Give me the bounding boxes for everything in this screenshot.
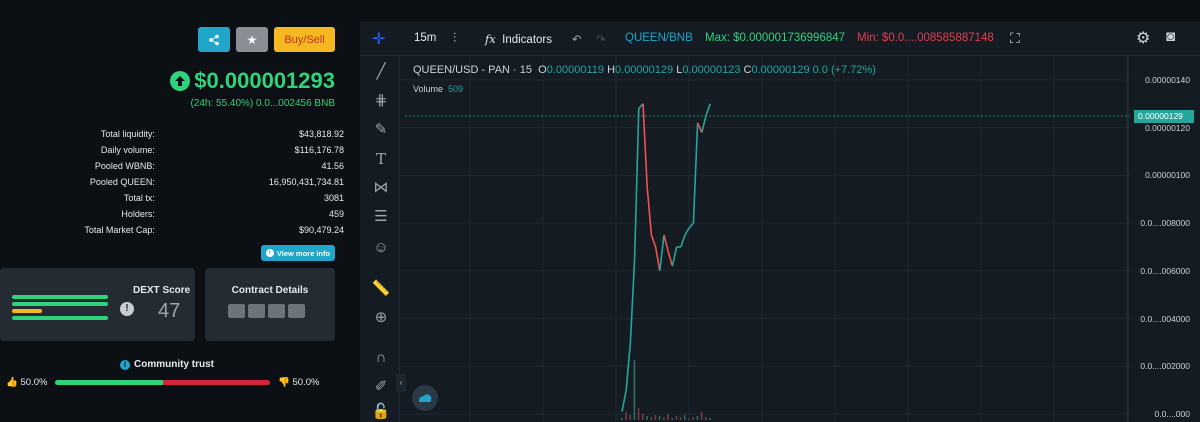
price-candle	[654, 246, 661, 271]
price-candle	[650, 234, 657, 248]
stat-total-tx: Total tx: 3081	[123, 193, 344, 203]
stat-market-cap: Total Market Cap: $90,479.24	[84, 225, 344, 235]
price-candle	[621, 389, 627, 412]
price-candle	[629, 258, 636, 343]
money-bill-icon	[288, 304, 305, 318]
volume-bar	[658, 416, 661, 420]
stat-total-liquidity: Total liquidity: $43,818.92	[100, 129, 344, 139]
lock-icon	[248, 304, 265, 318]
price-candle	[688, 222, 695, 229]
dext-score-value: 47	[158, 300, 181, 322]
arrow-up-circle-icon	[170, 71, 191, 91]
price-tick-label: 0.0....004000	[1140, 313, 1190, 324]
volume-bar	[705, 417, 707, 420]
thumbs-up-icon: 👍	[6, 377, 18, 388]
price-candle	[680, 234, 686, 248]
current-price-tag: 0.00000129	[1134, 110, 1194, 123]
token-stats: Total liquidity: $43,818.92 Daily volume:…	[0, 126, 345, 238]
price-change-24h: (24h: 55.40%) 0.0...002456 BNB	[190, 98, 335, 109]
volume-bar	[692, 417, 694, 420]
price-candle	[692, 122, 699, 224]
dext-bar-1	[12, 295, 108, 299]
volume-bar	[684, 415, 686, 420]
price-tick-label: 0.0....006000	[1140, 265, 1190, 276]
volume-bar	[675, 416, 678, 420]
volume-bar	[642, 414, 644, 420]
token-price: $0.000001293	[170, 68, 335, 94]
price-tick-label: 0.00000140	[1145, 74, 1190, 85]
dext-score-card[interactable]: DEXT Score ! 47	[0, 268, 195, 341]
volume-bar	[679, 417, 682, 420]
price-chart[interactable]: ✛ 15m ⫶ fx Indicators ↶ ↷ QUEEN/BNB Max:…	[360, 22, 1200, 422]
price-candle	[667, 251, 674, 267]
price-candle	[633, 108, 640, 259]
share-icon	[209, 34, 219, 45]
volume-bar	[625, 412, 627, 420]
star-icon: ★	[246, 32, 258, 47]
price-tick-label: 0.00000100	[1145, 170, 1190, 181]
contract-details-title: Contract Details	[231, 285, 309, 296]
token-info-panel: ★ Buy/Sell $0.000001293 (24h: 55.40%) 0.…	[0, 0, 345, 422]
info-icon: i	[265, 249, 274, 257]
alert-icon: !	[120, 302, 134, 316]
price-candle	[701, 115, 707, 133]
price-value: $0.000001293	[194, 68, 335, 93]
volume-bar	[629, 415, 631, 420]
price-candle	[663, 234, 669, 252]
volume-bar	[654, 415, 657, 420]
price-candle	[705, 103, 711, 116]
plus-square-icon	[228, 304, 245, 318]
dext-bar-3	[12, 309, 42, 313]
price-candle	[646, 187, 653, 236]
volume-bar	[696, 416, 699, 420]
share-button[interactable]	[198, 27, 230, 52]
volume-bar	[663, 417, 665, 420]
stat-pooled-wbnb: Pooled WBNB: 41.56	[94, 161, 344, 171]
volume-bar	[637, 408, 640, 420]
volume-bar	[671, 418, 673, 420]
view-more-info-button[interactable]: i View more info	[261, 245, 335, 261]
contract-icons	[228, 304, 305, 318]
price-candle	[659, 234, 665, 271]
stat-pooled-queen: Pooled QUEEN: 16,950,431,734.81	[89, 177, 344, 187]
volume-bar	[633, 360, 636, 420]
volume-bar	[650, 417, 652, 420]
ohlc-legend: QUEEN/USD - PAN · 15 O0.00000119 H0.0000…	[413, 64, 876, 76]
thumbs-down-button[interactable]: 👎 50.0%	[278, 377, 319, 388]
price-candle	[671, 246, 678, 267]
contract-details-card[interactable]: Contract Details	[205, 268, 335, 341]
dext-bar-4	[12, 316, 108, 320]
price-tick-label: 0.0....000	[1154, 409, 1190, 419]
price-tick-label: 0.00000120	[1145, 122, 1190, 133]
buy-sell-button[interactable]: Buy/Sell	[274, 27, 335, 52]
price-tick-label: 0.0....008000	[1140, 218, 1190, 229]
volume-bar	[688, 418, 690, 420]
volume-legend: Volume 509	[413, 84, 464, 94]
volume-bar	[700, 412, 703, 420]
volume-bar	[667, 414, 669, 420]
favorite-button[interactable]: ★	[236, 27, 268, 52]
stat-holders: Holders: 459	[121, 209, 344, 219]
volume-bar	[709, 418, 711, 420]
dext-score-title: DEXT Score	[133, 285, 191, 296]
stat-daily-volume: Daily volume: $116,176.78	[100, 145, 344, 155]
candle-chart-area[interactable]	[360, 22, 1200, 422]
thumbs-up-button[interactable]: 👍 50.0%	[6, 377, 47, 388]
price-tick-label: 0.0....002000	[1140, 361, 1190, 372]
dext-bar-2	[12, 302, 108, 306]
community-trust-title: i Community trust	[120, 359, 214, 370]
dextools-logo-icon[interactable]	[412, 385, 438, 411]
volume-bar	[646, 416, 648, 420]
volume-bar	[621, 418, 623, 420]
cubes-icon	[268, 304, 285, 318]
info-icon: i	[120, 359, 130, 370]
community-trust-bar	[55, 380, 270, 385]
thumbs-down-icon: 👎	[278, 377, 290, 388]
